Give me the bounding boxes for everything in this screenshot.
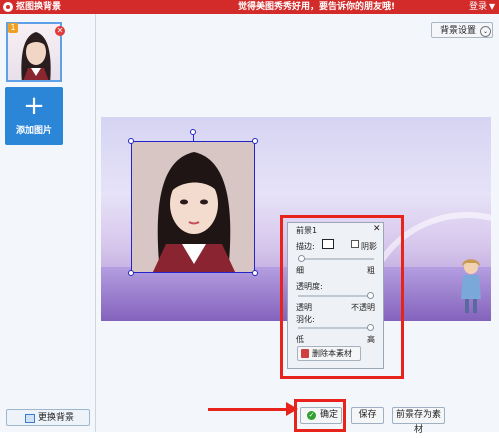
checkmark-icon: ✓ [307, 411, 316, 420]
save-foreground-as-material-button[interactable]: 前景存为素材 [392, 407, 445, 435]
rotate-handle[interactable] [190, 129, 196, 135]
ok-label: 确定 [320, 410, 339, 420]
resize-handle-top-right[interactable] [252, 138, 258, 144]
app-title: 抠图换背景 [16, 2, 62, 12]
background-icon [25, 414, 35, 423]
plus-icon: + [23, 91, 45, 121]
slogan-text: 觉得美图秀秀好用，要告诉你的朋友哦! [238, 2, 396, 12]
title-bar: 抠图换背景 觉得美图秀秀好用，要告诉你的朋友哦! 登录 ▼ [0, 0, 499, 14]
change-background-button[interactable]: 更换背景 [6, 409, 90, 426]
arrow-right-icon [286, 402, 298, 416]
resize-handle-bottom-right[interactable] [252, 270, 258, 276]
portrait-foreground-image [132, 142, 254, 272]
resize-handle-top-left[interactable] [128, 138, 134, 144]
thumbnail-badge: 1 [8, 23, 18, 33]
foreground-photo[interactable] [131, 141, 255, 273]
app-logo-icon [3, 2, 13, 12]
background-settings-label: 背景设置 [440, 26, 477, 36]
panel-highlight-box [280, 215, 404, 379]
rotation-line [193, 135, 194, 141]
resize-handle-bottom-left[interactable] [128, 270, 134, 276]
chevron-down-icon: ⌄ [480, 26, 491, 37]
add-image-label: 添加图片 [15, 126, 52, 136]
background-settings-button[interactable]: 背景设置 ⌄ [431, 22, 493, 38]
ok-button[interactable]: ✓ 确定 [300, 407, 342, 424]
add-image-button[interactable]: + 添加图片 [5, 87, 63, 145]
login-link[interactable]: 登录 [469, 0, 487, 14]
dropdown-arrow-icon[interactable]: ▼ [489, 0, 495, 14]
child-figure-graphic [461, 259, 481, 313]
save-button[interactable]: 保存 [351, 407, 384, 424]
change-background-label: 更换背景 [38, 413, 75, 423]
annotation-arrow-shaft [208, 408, 288, 411]
thumbnail-close-icon[interactable]: ✕ [55, 26, 65, 36]
